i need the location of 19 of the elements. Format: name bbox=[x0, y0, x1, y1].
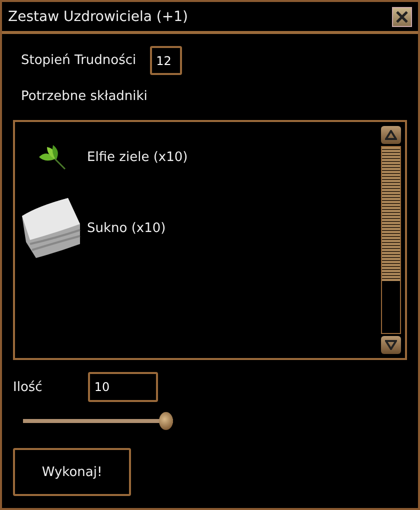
slider-thumb[interactable] bbox=[159, 412, 173, 430]
down-arrow-icon bbox=[385, 340, 397, 350]
ingredients-heading: Potrzebne składniki bbox=[21, 89, 148, 104]
execute-button[interactable]: Wykonaj! bbox=[13, 448, 131, 496]
ingredient-item[interactable]: Sukno (x10) bbox=[15, 178, 381, 278]
quantity-field[interactable]: 10 bbox=[88, 372, 158, 402]
ingredient-label: Elfie ziele (x10) bbox=[87, 150, 188, 164]
ingredient-label: Sukno (x10) bbox=[87, 220, 166, 236]
close-button[interactable] bbox=[392, 6, 412, 26]
difficulty-label: Stopień Trudności bbox=[21, 53, 136, 68]
close-icon bbox=[395, 10, 409, 24]
window-title: Zestaw Uzdrowiciela (+1) bbox=[8, 8, 188, 24]
scroll-up-button[interactable] bbox=[381, 126, 401, 144]
scrollbar-thumb[interactable] bbox=[382, 147, 400, 281]
quantity-label: Ilość bbox=[13, 380, 42, 394]
difficulty-field[interactable]: 12 bbox=[150, 46, 182, 75]
up-arrow-icon bbox=[385, 130, 397, 140]
ingredient-item[interactable]: Elfie ziele (x10) bbox=[15, 136, 381, 178]
scroll-down-button[interactable] bbox=[381, 336, 401, 354]
